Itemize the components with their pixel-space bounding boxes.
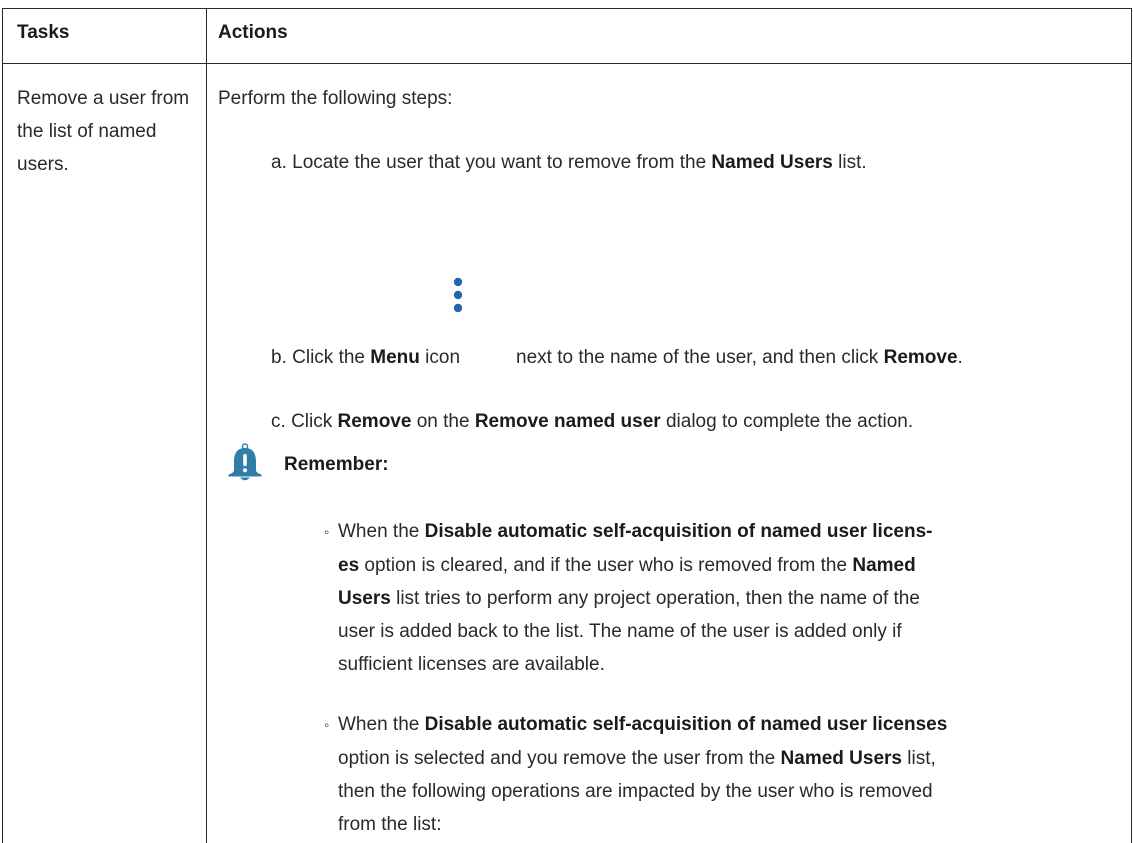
bullet-2-marker: ◦ [324, 717, 330, 734]
column-divider [206, 8, 207, 843]
step-b-text-post: . [957, 347, 963, 368]
step-b-marker: b. [271, 347, 287, 368]
table-left-border [2, 8, 3, 843]
step-c-text-pre: Click [291, 411, 338, 432]
step-b-text-icon: icon [419, 347, 461, 368]
bullet-1-line3: Users list tries to perform any project … [324, 582, 1114, 615]
step-a-marker: a. [271, 152, 287, 173]
task-description: Remove a user from the list of named use… [17, 88, 190, 175]
bullet-2-line2: option is selected and you remove the us… [324, 742, 1114, 775]
step-b-text-pre: Click the [292, 347, 371, 368]
step-c-marker: c. [271, 411, 286, 432]
bullet-1-line5: sufficient licenses are available. [338, 654, 605, 675]
bullet-2-line1-bold: Disable automatic self-acquisition of na… [424, 714, 948, 735]
step-c-bold-remove: Remove [337, 411, 412, 432]
table-right-border [1131, 8, 1132, 843]
step-c-bold-dialog: Remove named user [474, 411, 661, 432]
table-top-border [2, 8, 1131, 9]
bullet-1-line4: user is added back to the list. The name… [338, 621, 902, 642]
step-c-text-post: dialog to complete the action. [660, 411, 914, 432]
header-divider [2, 63, 1131, 64]
remember-label: Remember: [284, 454, 389, 475]
bullet-1-line3-bold: Users [338, 588, 391, 609]
bullet-1-line2-bold2: Named [852, 555, 916, 576]
step-a-bold: Named Users [711, 152, 833, 173]
bullet-1-line1-pre: When the [338, 521, 425, 542]
step-b: b. Click the Menu icon next to the name o… [271, 341, 963, 374]
step-b-text-mid: next to the name of the user, and then c… [516, 347, 884, 368]
step-c-text-mid: on the [411, 411, 475, 432]
bell-alert-icon [228, 443, 262, 481]
step-a: a. Locate the user that you want to remo… [271, 146, 867, 179]
step-b-bold-remove: Remove [883, 347, 958, 368]
bullet-1-line2-post: option is cleared, and if the user who i… [359, 555, 853, 576]
bullet-2-line4: from the list: [338, 814, 442, 835]
bullet-2-line2-pre: option is selected and you remove the us… [338, 748, 781, 769]
step-a-text-pre: Locate the user that you want to remove … [292, 152, 712, 173]
bullet-2-line1-pre: When the [338, 714, 425, 735]
vertical-dots-menu-icon [453, 277, 463, 313]
bullet-1-line2-bold: es [338, 555, 360, 576]
remember-bullet-1: ◦ When the Disable automatic self-acquisi… [324, 515, 1114, 681]
header-actions: Actions [218, 22, 288, 43]
actions-intro: Perform the following steps: [218, 88, 453, 109]
bullet-1-line2: es option is cleared, and if the user wh… [324, 549, 1114, 582]
task-actions-table: Tasks Actions Remove a user from the lis… [0, 0, 1133, 843]
step-a-text-post: list. [832, 152, 867, 173]
remember-bullet-2: ◦ When the Disable automatic self-acquisi… [324, 708, 1114, 841]
bullet-2-line2-bold: Named Users [780, 748, 902, 769]
step-c: c. Click Remove on the Remove named user… [271, 405, 913, 438]
bullet-1-line1-bold: Disable automatic self-acquisition of na… [424, 521, 933, 542]
step-b-bold-menu: Menu [370, 347, 420, 368]
header-tasks: Tasks [17, 22, 70, 43]
bullet-2-line2-post: list, [901, 748, 936, 769]
bullet-1-line3-post: list tries to perform any project operat… [390, 588, 920, 609]
bullet-1-marker: ◦ [324, 524, 330, 541]
bullet-2-line3: then the following operations are impact… [338, 781, 933, 802]
